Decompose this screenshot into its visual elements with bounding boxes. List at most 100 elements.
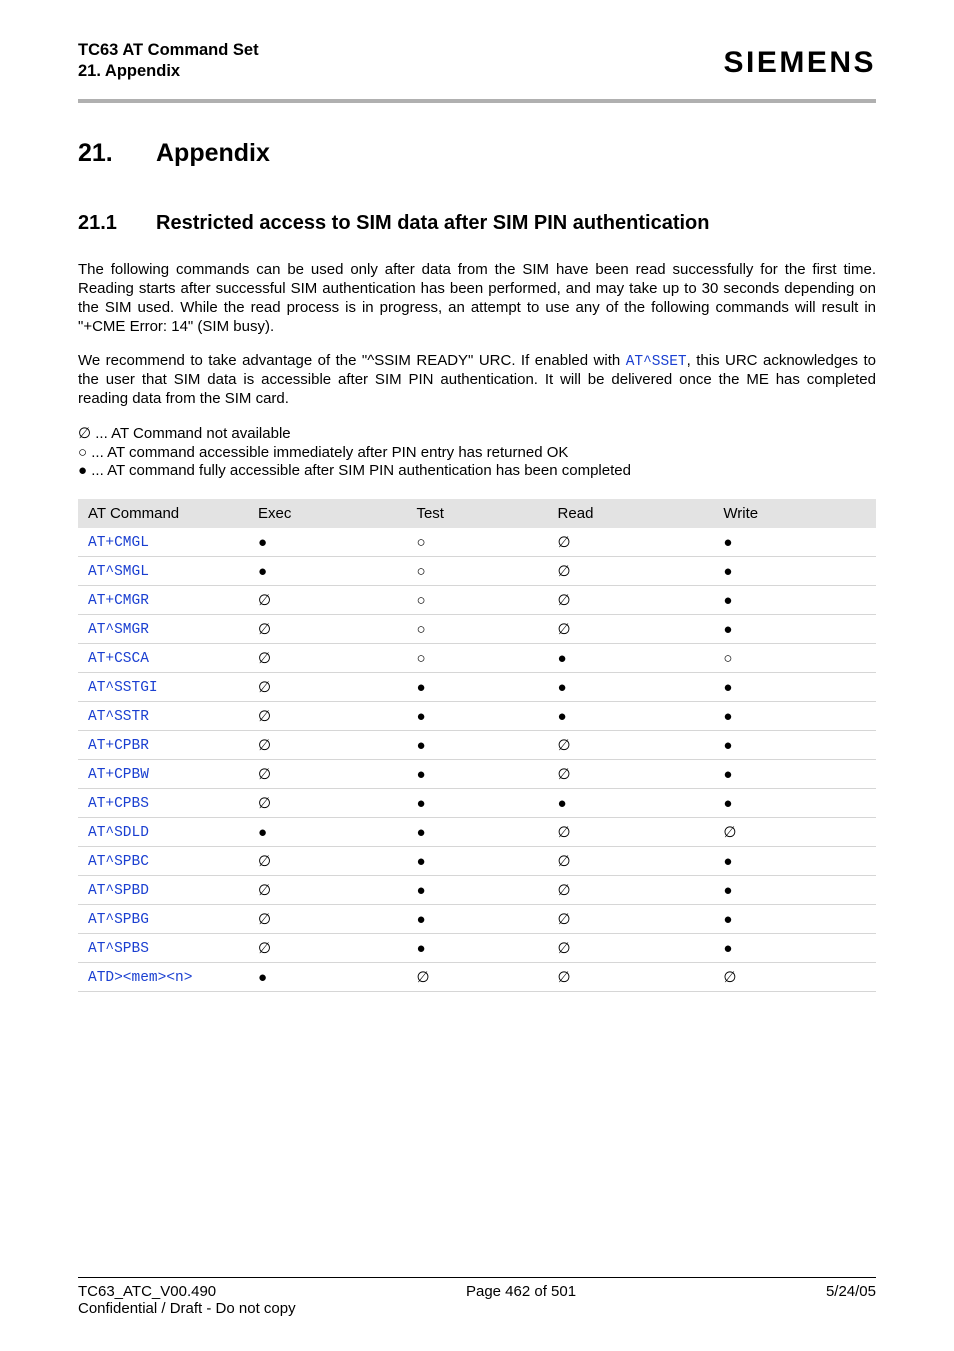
status-cell: ∅ bbox=[548, 818, 714, 847]
page-header: TC63 AT Command Set 21. Appendix SIEMENS bbox=[78, 40, 876, 91]
status-cell: ● bbox=[713, 586, 876, 615]
table-row: AT^SSTR∅●●● bbox=[78, 702, 876, 731]
empty-set-icon: ∅ bbox=[78, 425, 91, 442]
doc-section: 21. Appendix bbox=[78, 61, 259, 82]
th-write: Write bbox=[713, 499, 876, 528]
at-command-link[interactable]: AT^SPBD bbox=[88, 883, 149, 899]
table-row: AT+CPBS∅●●● bbox=[78, 789, 876, 818]
paragraph-1: The following commands can be used only … bbox=[78, 261, 876, 336]
at-command-link[interactable]: AT+CSCA bbox=[88, 651, 149, 667]
status-cell: ● bbox=[406, 731, 547, 760]
footer-right: 5/24/05 bbox=[826, 1283, 876, 1300]
status-cell: ∅ bbox=[548, 528, 714, 557]
at-command-link[interactable]: AT^SPBS bbox=[88, 941, 149, 957]
legend-na: ∅ ... AT Command not available bbox=[78, 425, 876, 444]
page-footer: TC63_ATC_V00.490 Page 462 of 501 5/24/05… bbox=[78, 1277, 876, 1317]
paragraph-2: We recommend to take advantage of the "^… bbox=[78, 352, 876, 409]
table-row: AT^SPBG∅●∅● bbox=[78, 905, 876, 934]
status-cell: ○ bbox=[406, 615, 547, 644]
table-row: AT^SPBD∅●∅● bbox=[78, 876, 876, 905]
status-cell: ∅ bbox=[248, 876, 406, 905]
at-command-link[interactable]: AT^SMGL bbox=[88, 564, 149, 580]
status-cell: ● bbox=[548, 673, 714, 702]
status-cell: ∅ bbox=[248, 760, 406, 789]
table-row: AT^SDLD●●∅∅ bbox=[78, 818, 876, 847]
status-cell: ∅ bbox=[548, 876, 714, 905]
table-header-row: AT Command Exec Test Read Write bbox=[78, 499, 876, 528]
status-cell: ● bbox=[713, 876, 876, 905]
footer-center: Page 462 of 501 bbox=[466, 1283, 576, 1300]
status-cell: ∅ bbox=[248, 615, 406, 644]
open-circle-icon: ○ bbox=[78, 444, 87, 461]
status-cell: ● bbox=[713, 557, 876, 586]
status-cell: ● bbox=[248, 528, 406, 557]
th-exec: Exec bbox=[248, 499, 406, 528]
table-row: AT+CMGR∅○∅● bbox=[78, 586, 876, 615]
status-cell: ● bbox=[406, 673, 547, 702]
status-cell: ● bbox=[713, 615, 876, 644]
status-cell: ○ bbox=[406, 557, 547, 586]
status-cell: ● bbox=[548, 789, 714, 818]
at-command-link[interactable]: AT+CPBS bbox=[88, 796, 149, 812]
status-cell: ● bbox=[406, 934, 547, 963]
table-row: AT+CPBR∅●∅● bbox=[78, 731, 876, 760]
legend-immediate: ○ ... AT command accessible immediately … bbox=[78, 444, 876, 463]
legend-na-text: ... AT Command not available bbox=[91, 425, 291, 442]
table-row: AT^SPBS∅●∅● bbox=[78, 934, 876, 963]
h1-text: Appendix bbox=[156, 139, 270, 167]
status-cell: ○ bbox=[406, 528, 547, 557]
status-cell: ● bbox=[713, 702, 876, 731]
legend-full-text: ... AT command fully accessible after SI… bbox=[87, 462, 631, 479]
at-command-link[interactable]: AT^SSTGI bbox=[88, 680, 158, 696]
legend-imm-text: ... AT command accessible immediately af… bbox=[87, 444, 568, 461]
status-cell: ● bbox=[406, 789, 547, 818]
legend: ∅ ... AT Command not available ○ ... AT … bbox=[78, 425, 876, 481]
link-at-sset[interactable]: AT^SSET bbox=[626, 354, 687, 370]
at-command-link[interactable]: AT+CMGR bbox=[88, 593, 149, 609]
at-command-link[interactable]: ATD><mem><n> bbox=[88, 970, 192, 986]
status-cell: ∅ bbox=[713, 818, 876, 847]
status-cell: ∅ bbox=[248, 905, 406, 934]
at-command-link[interactable]: AT^SMGR bbox=[88, 622, 149, 638]
status-cell: ∅ bbox=[248, 586, 406, 615]
at-command-link[interactable]: AT^SPBG bbox=[88, 912, 149, 928]
status-cell: ∅ bbox=[548, 760, 714, 789]
brand-logo: SIEMENS bbox=[723, 40, 876, 80]
at-command-link[interactable]: AT^SSTR bbox=[88, 709, 149, 725]
table-row: AT^SSTGI∅●●● bbox=[78, 673, 876, 702]
table-row: AT+CPBW∅●∅● bbox=[78, 760, 876, 789]
at-command-link[interactable]: AT^SPBC bbox=[88, 854, 149, 870]
status-cell: ∅ bbox=[548, 586, 714, 615]
th-command: AT Command bbox=[78, 499, 248, 528]
status-cell: ∅ bbox=[548, 615, 714, 644]
th-test: Test bbox=[406, 499, 547, 528]
status-cell: ∅ bbox=[713, 963, 876, 992]
status-cell: ● bbox=[713, 760, 876, 789]
status-cell: ● bbox=[406, 702, 547, 731]
status-cell: ● bbox=[713, 789, 876, 818]
legend-full: ● ... AT command fully accessible after … bbox=[78, 462, 876, 481]
status-cell: ∅ bbox=[248, 847, 406, 876]
status-cell: ● bbox=[406, 876, 547, 905]
at-command-link[interactable]: AT+CPBR bbox=[88, 738, 149, 754]
at-command-link[interactable]: AT^SDLD bbox=[88, 825, 149, 841]
para2-pre: We recommend to take advantage of the "^… bbox=[78, 352, 626, 369]
status-cell: ● bbox=[248, 557, 406, 586]
status-cell: ∅ bbox=[548, 963, 714, 992]
at-command-link[interactable]: AT+CMGL bbox=[88, 535, 149, 551]
heading-1: 21.Appendix bbox=[78, 139, 876, 168]
at-command-link[interactable]: AT+CPBW bbox=[88, 767, 149, 783]
table-row: AT^SMGL●○∅● bbox=[78, 557, 876, 586]
doc-title: TC63 AT Command Set bbox=[78, 40, 259, 61]
status-cell: ● bbox=[406, 818, 547, 847]
footer-left: TC63_ATC_V00.490 bbox=[78, 1283, 216, 1300]
status-cell: ● bbox=[713, 528, 876, 557]
header-title: TC63 AT Command Set 21. Appendix bbox=[78, 40, 259, 81]
status-cell: ∅ bbox=[548, 731, 714, 760]
table-row: ATD><mem><n>●∅∅∅ bbox=[78, 963, 876, 992]
status-cell: ∅ bbox=[548, 847, 714, 876]
status-cell: ∅ bbox=[548, 905, 714, 934]
status-cell: ∅ bbox=[248, 644, 406, 673]
status-cell: ∅ bbox=[248, 934, 406, 963]
table-row: AT^SPBC∅●∅● bbox=[78, 847, 876, 876]
